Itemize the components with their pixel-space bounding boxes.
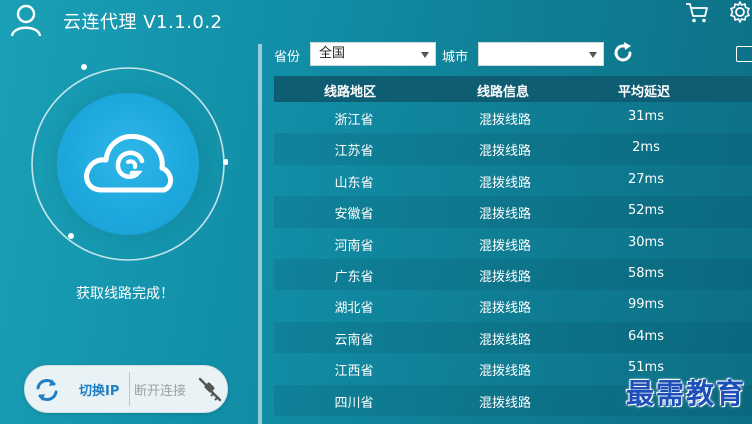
region-cell: 江西省 [334, 364, 374, 380]
chevron-down-icon [589, 52, 597, 58]
switch-ip-button[interactable]: 切换IP [25, 366, 129, 412]
province-select[interactable]: 全国 [310, 42, 436, 66]
cloud-logo-icon [84, 133, 173, 193]
disconnect-button[interactable]: 断开连接 [130, 366, 228, 412]
table-header: 线路地区 线路信息 平均延迟 [274, 76, 752, 102]
table-row[interactable]: 湖北省 混拨线路 99ms [274, 290, 752, 321]
region-cell: 山东省 [334, 175, 374, 191]
table-row[interactable]: 云南省 混拨线路 64ms [274, 321, 752, 354]
table-row[interactable]: 江苏省 混拨线路 2ms [274, 133, 752, 165]
region-cell: 云南省 [334, 332, 374, 348]
info-cell: 混拨线路 [478, 395, 531, 411]
info-cell: 混拨线路 [478, 301, 531, 317]
latency-cell: 52ms [628, 203, 664, 219]
table-row[interactable]: 河南省 混拨线路 30ms [274, 228, 752, 259]
region-cell: 河南省 [334, 238, 374, 254]
region-cell: 安徽省 [334, 207, 374, 223]
province-value: 全国 [319, 46, 346, 61]
filter-bar: 省份 全国 城市 [262, 40, 752, 72]
status-message: 获取线路完成！ [76, 286, 174, 302]
plug-icon [198, 377, 222, 402]
switch-ip-label: 切换IP [79, 384, 120, 399]
app-title: 云连代理 V1.1.0.2 [63, 12, 223, 33]
region-cell: 江苏省 [334, 144, 374, 160]
cart-icon[interactable] [685, 2, 709, 24]
reload-icon[interactable] [612, 42, 634, 64]
info-cell: 混拨线路 [478, 238, 531, 254]
info-cell: 混拨线路 [478, 113, 531, 128]
table-row[interactable]: 浙江省 混拨线路 31ms [274, 102, 752, 133]
title-bar: 云连代理 V1.1.0.2 [0, 0, 752, 40]
info-cell: 混拨线路 [478, 144, 531, 160]
gear-icon[interactable] [728, 0, 752, 24]
option-checkbox[interactable] [736, 46, 752, 62]
table-row[interactable]: 山东省 混拨线路 27ms [274, 165, 752, 196]
info-cell: 混拨线路 [478, 364, 531, 380]
region-cell: 浙江省 [334, 113, 374, 128]
latency-cell: 58ms [628, 265, 664, 281]
info-cell: 混拨线路 [478, 332, 531, 348]
disconnect-label: 断开连接 [134, 384, 187, 399]
user-icon[interactable] [10, 3, 42, 37]
city-label: 城市 [442, 50, 469, 65]
province-label: 省份 [274, 50, 301, 65]
region-cell: 湖北省 [334, 301, 374, 317]
refresh-circle-icon [36, 379, 58, 401]
latency-cell: 2ms [632, 140, 660, 156]
latency-cell: 99ms [628, 297, 664, 313]
region-cell: 四川省 [334, 395, 374, 411]
watermark-logo: 最需教育 [626, 377, 747, 410]
city-select[interactable] [478, 42, 604, 66]
chevron-down-icon [421, 52, 429, 58]
latency-cell: 64ms [628, 328, 664, 344]
latency-cell: 27ms [628, 171, 664, 187]
action-pill: 切换IP 断开连接 [24, 365, 228, 413]
table-body: 浙江省 混拨线路 31ms 江苏省 混拨线路 2ms 山东省 混拨线路 27ms 安徽省 混拨线路 5… [274, 102, 752, 416]
panel-divider[interactable] [258, 44, 262, 424]
header-latency[interactable]: 平均延迟 [618, 81, 670, 100]
connection-panel: 获取线路完成！ 切换IP 断开连接 [0, 40, 256, 424]
table-row[interactable]: 安徽省 混拨线路 52ms [274, 196, 752, 228]
region-cell: 广东省 [334, 269, 374, 285]
info-cell: 混拨线路 [478, 269, 531, 285]
info-cell: 混拨线路 [478, 207, 531, 223]
header-region[interactable]: 线路地区 [324, 81, 376, 100]
table-row[interactable]: 广东省 混拨线路 58ms [274, 258, 752, 291]
latency-cell: 31ms [628, 109, 664, 124]
header-info[interactable]: 线路信息 [477, 81, 529, 100]
latency-cell: 30ms [628, 234, 664, 250]
info-cell: 混拨线路 [478, 175, 531, 191]
